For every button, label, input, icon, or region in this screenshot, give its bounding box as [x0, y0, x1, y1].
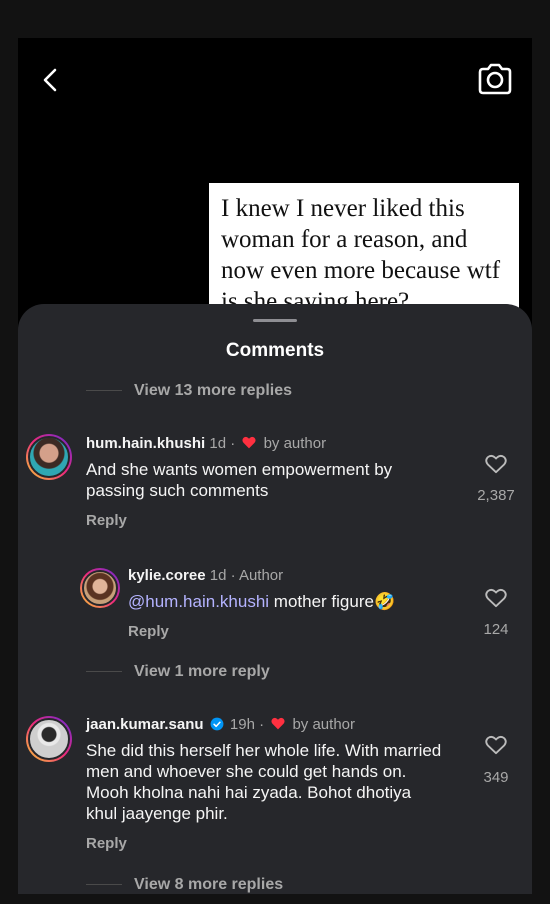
separator: · — [230, 567, 236, 584]
like-button[interactable] — [485, 588, 507, 608]
comment-text: She did this herself her whole life. Wit… — [86, 741, 442, 823]
like-button[interactable] — [485, 454, 507, 474]
avatar[interactable] — [26, 716, 72, 762]
view-more-label: View 13 more replies — [134, 382, 293, 399]
heart-icon — [485, 588, 507, 608]
separator: · — [230, 435, 236, 452]
like-count: 2,387 — [477, 487, 515, 504]
view-more-label: View 1 more reply — [134, 663, 270, 680]
camera-button[interactable] — [476, 62, 514, 96]
separator: · — [259, 716, 265, 733]
red-heart-icon — [271, 717, 285, 730]
timestamp: 1d — [209, 435, 227, 452]
comment-meta: kylie.coree 1d · Author — [128, 567, 283, 584]
author-badge: by author — [292, 716, 355, 733]
view-more-replies-top[interactable]: View 13 more replies — [86, 382, 292, 400]
avatar-image — [82, 570, 118, 606]
comment-text: @hum.hain.khushi mother figure🤣 — [128, 591, 448, 612]
comments-sheet: Comments View 13 more replies hum.hain.k… — [18, 304, 532, 894]
camera-icon — [478, 63, 512, 95]
username[interactable]: kylie.coree — [128, 567, 206, 584]
sheet-title: Comments — [225, 340, 325, 361]
view-more-replies-middle[interactable]: View 1 more reply — [86, 663, 270, 681]
avatar-image — [28, 718, 70, 760]
like-count: 349 — [483, 769, 509, 786]
author-badge: by author — [263, 435, 327, 452]
view-more-label: View 8 more replies — [134, 876, 284, 893]
username[interactable]: hum.hain.khushi — [86, 435, 205, 452]
avatar-image — [28, 436, 70, 478]
reply-button[interactable]: Reply — [86, 835, 127, 852]
like-button[interactable] — [485, 735, 507, 755]
comment-meta: hum.hain.khushi 1d · by author — [86, 435, 326, 452]
timestamp: 19h — [229, 716, 255, 733]
divider-line — [86, 671, 122, 673]
comment-meta: jaan.kumar.sanu 19h · by author — [86, 716, 355, 733]
comment-text-body: mother figure🤣 — [269, 592, 396, 611]
view-more-replies-bottom[interactable]: View 8 more replies — [86, 876, 283, 894]
avatar[interactable] — [80, 568, 120, 608]
post-text: I knew I never liked this woman for a re… — [221, 195, 501, 315]
like-count: 124 — [483, 621, 509, 638]
avatar[interactable] — [26, 434, 72, 480]
drag-handle[interactable] — [253, 319, 297, 322]
divider-line — [86, 390, 122, 392]
story-frame: I knew I never liked this woman for a re… — [18, 38, 532, 894]
heart-icon — [485, 735, 507, 755]
reply-button[interactable]: Reply — [128, 623, 169, 640]
reply-button[interactable]: Reply — [86, 512, 127, 529]
username[interactable]: jaan.kumar.sanu — [86, 716, 204, 733]
heart-icon — [485, 454, 507, 474]
verified-badge-icon — [210, 717, 224, 731]
timestamp: 1d — [209, 567, 227, 584]
comment-text: And she wants women empowerment by passi… — [86, 460, 393, 500]
mention-link[interactable]: @hum.hain.khushi — [128, 592, 269, 611]
back-arrow-icon — [43, 68, 57, 92]
red-heart-icon — [242, 436, 256, 449]
divider-line — [86, 884, 122, 886]
back-button[interactable] — [38, 66, 66, 94]
author-badge: Author — [238, 567, 284, 584]
